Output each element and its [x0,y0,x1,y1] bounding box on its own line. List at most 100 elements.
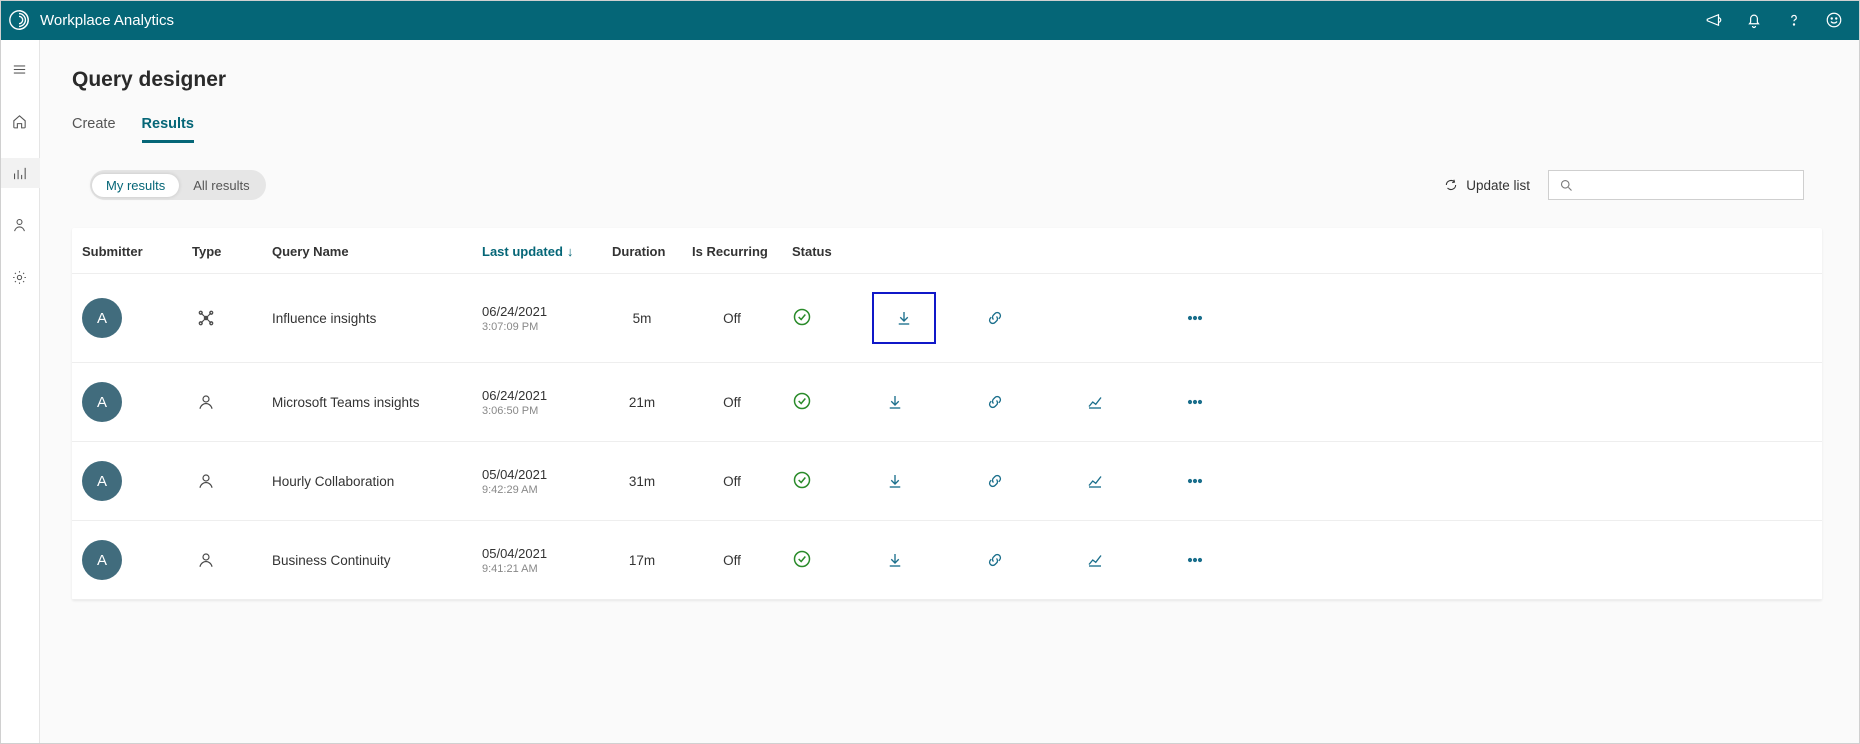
col-type[interactable]: Type [182,228,262,274]
visualize-button[interactable] [1072,381,1118,423]
announcement-icon[interactable] [1698,4,1730,36]
tab-create[interactable]: Create [72,116,116,143]
search-box[interactable] [1548,170,1804,200]
brand-title: Workplace Analytics [40,12,174,29]
last-updated: 06/24/2021 3:06:50 PM [472,363,602,442]
results-table: Submitter Type Query Name Last updated↓ … [72,228,1822,600]
results-table-card: Submitter Type Query Name Last updated↓ … [72,228,1822,600]
download-icon [886,472,904,490]
search-icon [1559,178,1574,193]
download-button[interactable] [872,292,936,344]
col-last-updated[interactable]: Last updated↓ [472,228,602,274]
results-filter-toggle: My results All results [90,170,266,200]
col-is-recurring[interactable]: Is Recurring [682,228,782,274]
table-row: A Influence insights 06/24/2021 3:07:09 … [72,274,1822,363]
tabs: Create Results [72,116,1822,144]
table-row: A Hourly Collaboration 05/04/2021 9:42:2… [72,442,1822,521]
nav-settings-icon[interactable] [0,262,40,292]
status-success-icon [782,274,862,363]
visualize-button[interactable] [1072,460,1118,502]
query-name: Microsoft Teams insights [262,363,472,442]
more-icon [1185,392,1205,412]
tab-results[interactable]: Results [142,116,194,143]
is-recurring: Off [682,363,782,442]
avatar: A [82,298,122,338]
col-status[interactable]: Status [782,228,862,274]
is-recurring: Off [682,274,782,363]
more-icon [1185,471,1205,491]
more-actions-button[interactable] [1172,539,1218,581]
pill-my-results[interactable]: My results [92,174,179,197]
notification-bell-icon[interactable] [1738,4,1770,36]
chart-icon [1086,393,1104,411]
type-icon [182,442,262,521]
download-icon [886,551,904,569]
download-button[interactable] [872,460,918,502]
left-nav-rail [0,40,40,744]
col-duration[interactable]: Duration [602,228,682,274]
more-icon [1185,308,1205,328]
duration: 17m [602,521,682,600]
nav-plans-icon[interactable] [0,210,40,240]
avatar: A [82,382,122,422]
update-list-label: Update list [1466,178,1530,193]
copy-link-button[interactable] [972,297,1018,339]
link-icon [986,472,1004,490]
nav-analyze-icon[interactable] [0,158,40,188]
type-icon [182,521,262,600]
copy-link-button[interactable] [972,539,1018,581]
topbar: Workplace Analytics [0,0,1860,40]
pill-all-results[interactable]: All results [179,174,263,197]
status-success-icon [782,363,862,442]
is-recurring: Off [682,521,782,600]
chart-icon [1086,472,1104,490]
download-icon [895,309,913,327]
refresh-icon [1444,178,1458,192]
query-name: Business Continuity [262,521,472,600]
subtoolbar: My results All results Update list [72,170,1822,200]
status-success-icon [782,521,862,600]
type-icon [182,363,262,442]
copy-link-button[interactable] [972,460,1018,502]
more-actions-button[interactable] [1172,460,1218,502]
more-actions-button[interactable] [1172,381,1218,423]
update-list-button[interactable]: Update list [1444,178,1530,193]
more-icon [1185,550,1205,570]
search-input[interactable] [1580,178,1793,193]
avatar: A [82,540,122,580]
status-success-icon [782,442,862,521]
sort-descending-icon: ↓ [567,244,574,259]
duration: 5m [602,274,682,363]
avatar: A [82,461,122,501]
type-icon [182,274,262,363]
copy-link-button[interactable] [972,381,1018,423]
nav-home-icon[interactable] [0,106,40,136]
table-row: A Microsoft Teams insights 06/24/2021 3:… [72,363,1822,442]
query-name: Influence insights [262,274,472,363]
link-icon [986,551,1004,569]
feedback-smile-icon[interactable] [1818,4,1850,36]
visualize-button[interactable] [1072,539,1118,581]
download-icon [886,393,904,411]
download-button[interactable] [872,381,918,423]
col-submitter[interactable]: Submitter [72,228,182,274]
main-content: Query designer Create Results My results… [40,40,1860,744]
last-updated: 06/24/2021 3:07:09 PM [472,274,602,363]
link-icon [986,393,1004,411]
is-recurring: Off [682,442,782,521]
help-icon[interactable] [1778,4,1810,36]
last-updated: 05/04/2021 9:42:29 AM [472,442,602,521]
duration: 31m [602,442,682,521]
last-updated: 05/04/2021 9:41:21 AM [472,521,602,600]
app-logo-icon [8,9,30,31]
chart-icon [1086,551,1104,569]
col-query-name[interactable]: Query Name [262,228,472,274]
more-actions-button[interactable] [1172,297,1218,339]
table-row: A Business Continuity 05/04/2021 9:41:21… [72,521,1822,600]
page-title: Query designer [72,68,1822,92]
duration: 21m [602,363,682,442]
query-name: Hourly Collaboration [262,442,472,521]
nav-hamburger-icon[interactable] [0,54,40,84]
link-icon [986,309,1004,327]
download-button[interactable] [872,539,918,581]
